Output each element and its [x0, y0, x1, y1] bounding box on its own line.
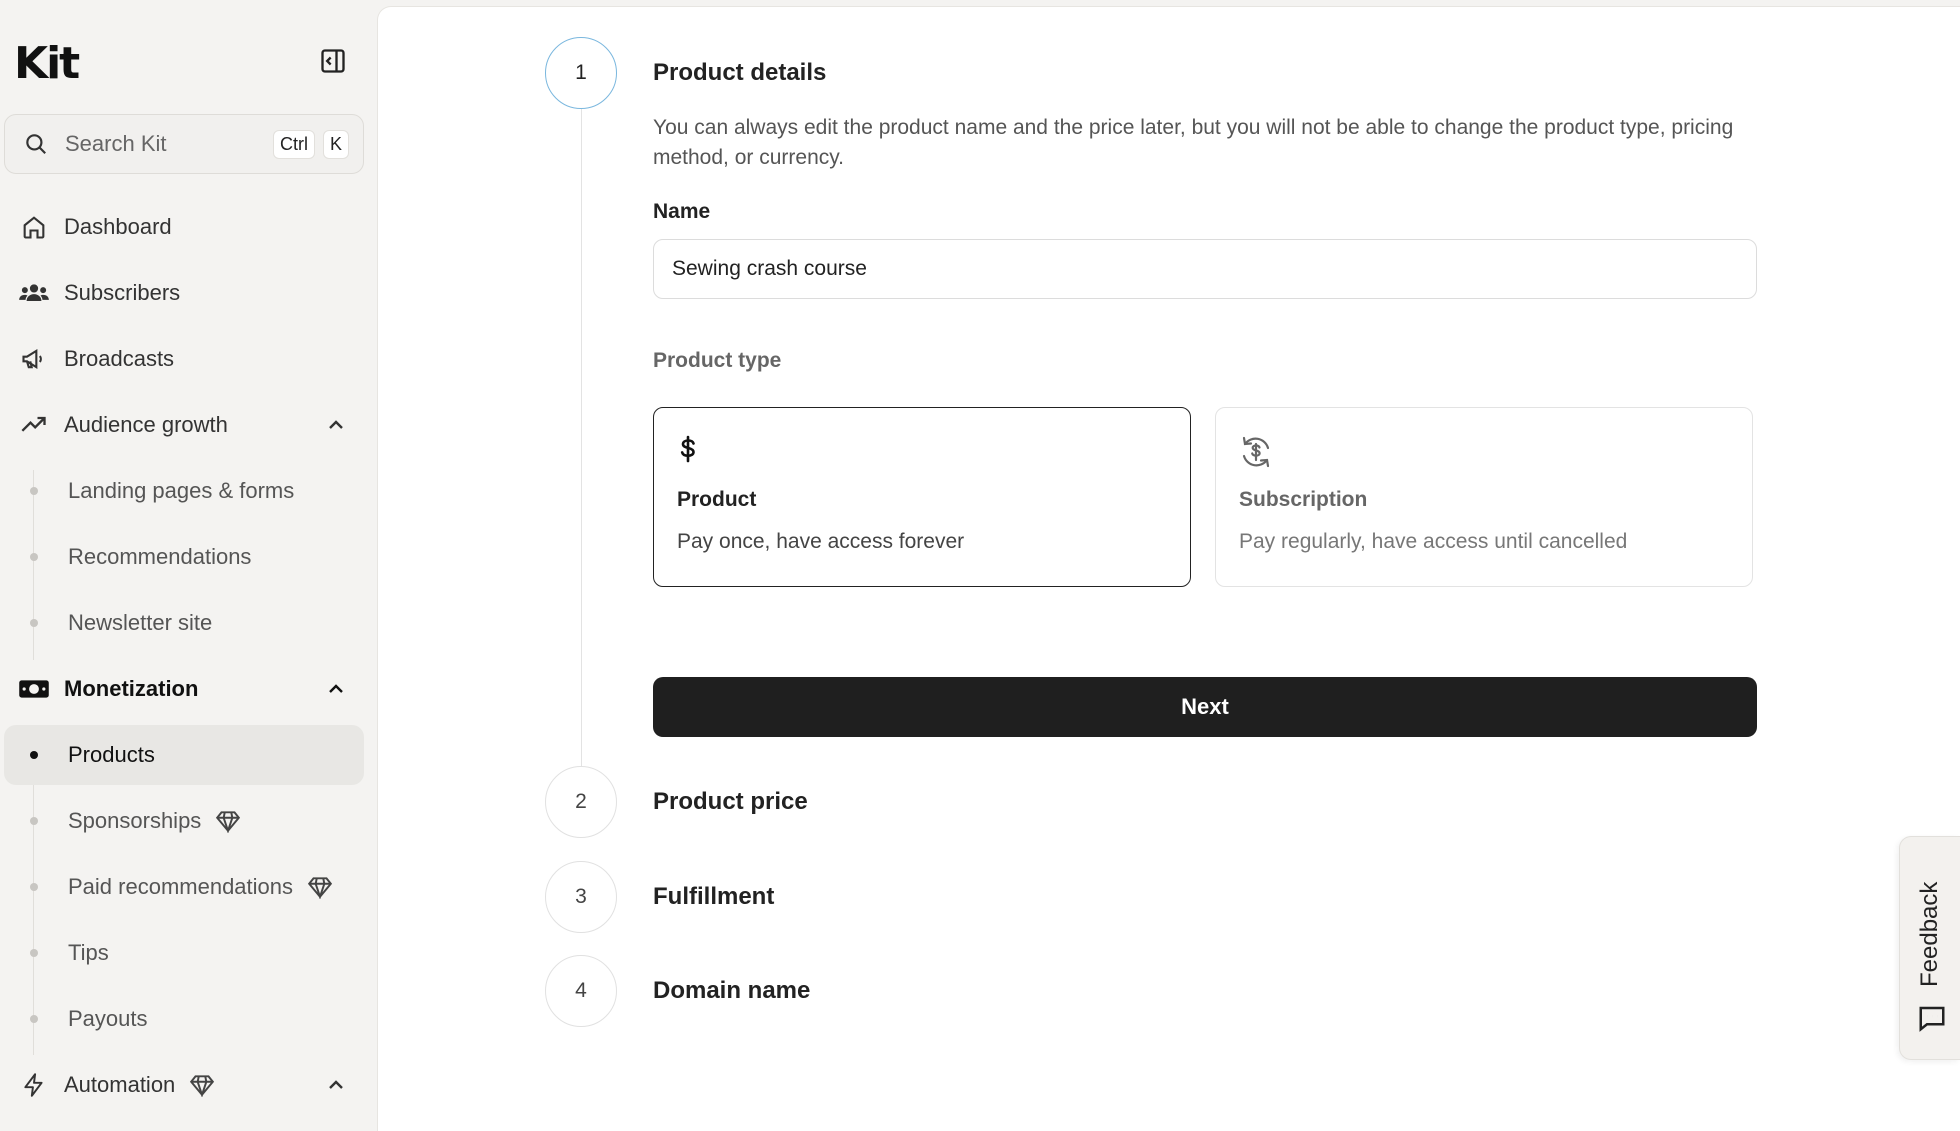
shortcut-ctrl-key: Ctrl: [272, 129, 315, 159]
product-type-subtitle: Pay regularly, have access until cancell…: [1239, 530, 1628, 553]
sidebar-item-audience-growth[interactable]: Audience growth: [4, 395, 364, 455]
sidebar-item-label: Broadcasts: [64, 346, 175, 371]
product-type-card-product[interactable]: Product Pay once, have access forever: [653, 407, 1191, 587]
chevron-up-icon: [329, 1080, 343, 1089]
step-1-indicator: 1: [545, 37, 617, 109]
feedback-tab[interactable]: Feedback: [1899, 836, 1960, 1060]
product-name-input[interactable]: [653, 239, 1757, 299]
sidebar-item-broadcasts[interactable]: Broadcasts: [4, 329, 364, 389]
diamond-icon: [215, 809, 241, 833]
bullet-dot: [30, 817, 38, 825]
sidebar-item-label: Sponsorships: [68, 808, 202, 833]
chevron-up-icon: [329, 684, 343, 693]
home-icon: [14, 207, 54, 247]
search-bar[interactable]: Search Kit Ctrl K: [4, 114, 364, 174]
sidebar-item-subscribers[interactable]: Subscribers: [4, 263, 364, 323]
sidebar-item-label: Newsletter site: [68, 610, 213, 635]
next-button[interactable]: Next: [653, 677, 1757, 737]
product-type-subtitle: Pay once, have access forever: [677, 530, 965, 553]
diamond-icon: [189, 1073, 215, 1097]
stepper-line: [581, 109, 582, 769]
search-icon: [26, 134, 46, 154]
product-type-label: Product type: [653, 349, 782, 372]
sidebar-item-products[interactable]: Products: [4, 725, 364, 785]
sidebar-item-paid-recommendations[interactable]: Paid recommendations: [4, 857, 364, 917]
step-1-title: Product details: [653, 59, 827, 86]
sidebar-item-sponsorships[interactable]: Sponsorships: [4, 791, 364, 851]
bullet-dot: [30, 1015, 38, 1023]
bullet-dot: [30, 487, 38, 495]
sidebar-item-tips[interactable]: Tips: [4, 923, 364, 983]
bullet-dot: [30, 949, 38, 957]
sidebar: Kit Search Kit Ctrl K Dashboard Subscrib…: [0, 0, 376, 1131]
chevron-up-icon: [329, 420, 343, 429]
sidebar-item-automation[interactable]: Automation: [4, 1055, 364, 1115]
sidebar-item-label: Landing pages & forms: [68, 478, 295, 503]
bullet-dot: [30, 751, 38, 759]
trending-up-icon: [14, 405, 54, 445]
step-2-title[interactable]: Product price: [653, 788, 808, 816]
step-3-indicator[interactable]: 3: [545, 861, 617, 933]
sidebar-item-label: Products: [68, 742, 155, 767]
search-placeholder: Search Kit: [65, 131, 167, 156]
step-4-title[interactable]: Domain name: [653, 977, 810, 1005]
sidebar-item-newsletter-site[interactable]: Newsletter site: [4, 593, 364, 653]
sidebar-item-label: Paid recommendations: [68, 874, 294, 899]
sidebar-item-monetization[interactable]: Monetization: [4, 659, 364, 719]
kit-logo[interactable]: Kit: [14, 38, 80, 89]
dollar-icon: [676, 434, 700, 464]
product-type-title: Subscription: [1239, 488, 1368, 511]
money-icon: [14, 669, 54, 709]
sidebar-item-label: Recommendations: [68, 544, 252, 569]
collapse-sidebar-button[interactable]: [318, 46, 348, 76]
feedback-label: Feedback: [1916, 881, 1943, 987]
step-3-title[interactable]: Fulfillment: [653, 883, 774, 911]
bullet-dot: [30, 553, 38, 561]
sidebar-item-label: Tips: [68, 940, 109, 965]
product-type-card-subscription[interactable]: Subscription Pay regularly, have access …: [1215, 407, 1753, 587]
shortcut-k-key: K: [322, 129, 349, 159]
lightning-icon: [14, 1065, 54, 1105]
main-panel: 1 Product details You can always edit th…: [377, 6, 1960, 1131]
recurring-dollar-icon: [1238, 434, 1274, 470]
step-4-indicator[interactable]: 4: [545, 955, 617, 1027]
sidebar-item-label: Automation: [64, 1072, 176, 1097]
megaphone-icon: [14, 339, 54, 379]
sidebar-item-payouts[interactable]: Payouts: [4, 989, 364, 1049]
chat-icon: [1917, 1003, 1947, 1033]
sidebar-item-label: Audience growth: [64, 412, 228, 437]
sidebar-item-label: Payouts: [68, 1006, 148, 1031]
product-type-title: Product: [677, 488, 757, 511]
step-2-indicator[interactable]: 2: [545, 766, 617, 838]
sidebar-item-label: Subscribers: [64, 280, 181, 305]
users-icon: [14, 273, 54, 313]
sidebar-item-label: Monetization: [64, 676, 199, 701]
name-label: Name: [653, 200, 711, 223]
sidebar-item-landing-pages[interactable]: Landing pages & forms: [4, 461, 364, 521]
diamond-icon: [307, 875, 333, 899]
sidebar-item-dashboard[interactable]: Dashboard: [4, 197, 364, 257]
bullet-dot: [30, 883, 38, 891]
bullet-dot: [30, 619, 38, 627]
sidebar-item-label: Dashboard: [64, 214, 172, 239]
product-details-description: You can always edit the product name and…: [653, 116, 1734, 169]
sidebar-item-recommendations[interactable]: Recommendations: [4, 527, 364, 587]
sidebar-collapse-icon: [321, 49, 345, 73]
